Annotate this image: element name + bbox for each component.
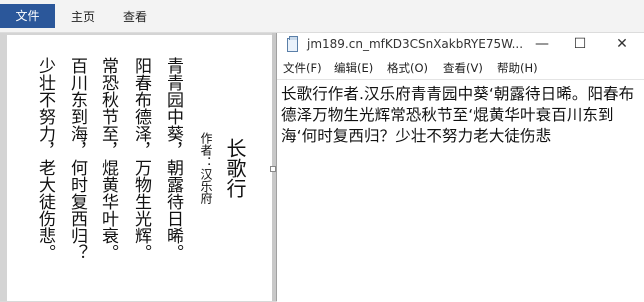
poem-line: 青青园中葵，朝露待日晞。 (163, 57, 183, 261)
menu-edit[interactable]: 编辑(E) (334, 60, 373, 76)
tab-home[interactable]: 主页 (60, 6, 106, 28)
poem-line: 常恐秋节至，焜黄华叶衰。 (98, 57, 118, 261)
document-page: 长歌行 作者：汉乐府 青青园中葵，朝露待日晞。 阳春布德泽，万物生光辉。 常恐秋… (7, 35, 272, 301)
menu-view[interactable]: 查看(V) (443, 60, 483, 76)
menu-file[interactable]: 文件(F) (283, 60, 322, 76)
tab-view[interactable]: 查看 (112, 6, 158, 28)
window-title: jm189.cn_mfKD3CSnXakbRYE75W... (307, 37, 524, 51)
notepad-icon (287, 36, 298, 52)
menu-format[interactable]: 格式(O) (387, 60, 428, 76)
title-bar[interactable]: jm189.cn_mfKD3CSnXakbRYE75W... — ☐ ✕ (277, 33, 644, 57)
menu-help[interactable]: 帮助(H) (497, 60, 538, 76)
poem-author: 作者：汉乐府 (199, 132, 213, 204)
poem-line: 百川东到海，何时复西归？ (67, 57, 87, 261)
poem-line: 少壮不努力，老大徒伤悲。 (35, 57, 55, 261)
text-editor[interactable]: 长歌行作者.汉乐府青青园中葵‘朝露待日晞。阳春布德泽万物生光辉常恐秋节至‘焜黄华… (277, 79, 644, 302)
editor-content[interactable]: 长歌行作者.汉乐府青青园中葵‘朝露待日晞。阳春布德泽万物生光辉常恐秋节至‘焜黄华… (281, 84, 637, 147)
menu-bar: 文件(F) 编辑(E) 格式(O) 查看(V) 帮助(H) (277, 57, 644, 79)
document-pane: 长歌行 作者：汉乐府 青青园中葵，朝露待日晞。 阳春布德泽，万物生光辉。 常恐秋… (0, 33, 272, 301)
minimize-button[interactable]: — (523, 33, 561, 57)
close-button[interactable]: ✕ (603, 33, 641, 57)
ribbon-tab-bar: 文件 主页 查看 (0, 0, 644, 33)
tab-file[interactable]: 文件 (0, 4, 55, 28)
poem-title: 长歌行 (223, 138, 247, 198)
notepad-window: jm189.cn_mfKD3CSnXakbRYE75W... — ☐ ✕ 文件(… (276, 33, 644, 302)
maximize-button[interactable]: ☐ (561, 33, 599, 57)
poem-line: 阳春布德泽，万物生光辉。 (131, 57, 151, 261)
